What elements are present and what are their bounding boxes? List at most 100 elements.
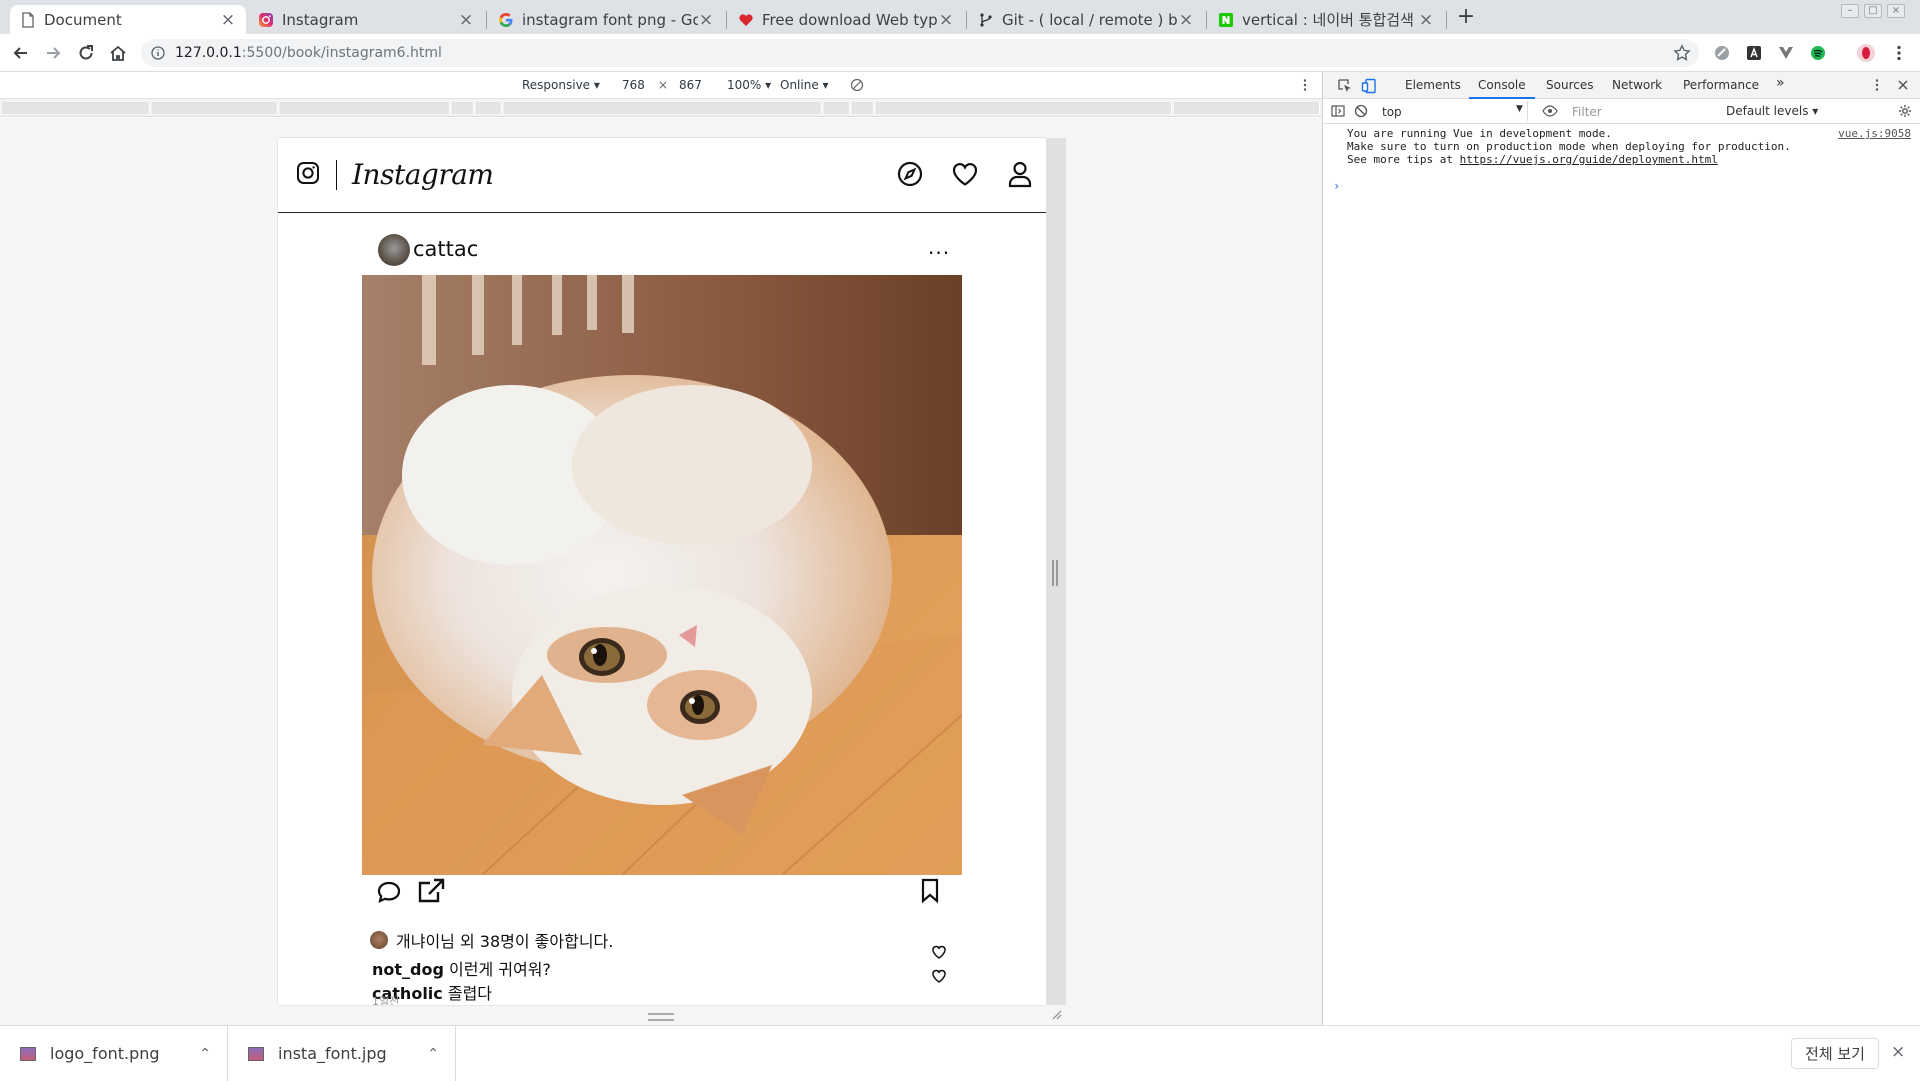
filter-placeholder: Filter <box>1572 105 1602 119</box>
device-mode-select[interactable]: Responsive ▾ <box>522 78 600 92</box>
media-query-ruler[interactable] <box>0 99 1322 117</box>
clear-console-icon[interactable] <box>1354 104 1368 118</box>
extension-3-button[interactable] <box>1775 42 1797 64</box>
device-height-input[interactable]: 867 <box>679 78 702 92</box>
extension-a-icon <box>1747 46 1761 60</box>
maximize-button[interactable]: □ <box>1864 4 1882 18</box>
device-viewport: Instagram cattac ... 개냐이님 외 38명이 좋아합니다. … <box>0 118 1322 1025</box>
likes-text[interactable]: 개냐이님 외 38명이 좋아합니다. <box>396 928 613 952</box>
compass-icon[interactable] <box>897 161 923 187</box>
info-icon[interactable] <box>151 46 165 60</box>
devtools-tab-network[interactable]: Network <box>1612 78 1662 92</box>
likes-row: 개냐이님 외 38명이 좋아합니다. <box>370 928 613 952</box>
comment-like-heart-icon[interactable] <box>931 944 947 960</box>
more-vertical-icon[interactable] <box>1298 78 1312 92</box>
tab-naver[interactable]: vertical : 네이버 통합검색 × <box>1208 5 1444 34</box>
console-prompt[interactable]: › <box>1333 180 1340 193</box>
dropdown-arrow-icon: ▼ <box>1516 104 1523 114</box>
resize-grip-bottom-icon[interactable] <box>648 1013 674 1021</box>
sidebar-toggle-icon[interactable] <box>1331 104 1345 118</box>
star-icon[interactable] <box>1673 44 1691 62</box>
rotate-icon[interactable] <box>850 78 864 92</box>
new-tab-button[interactable]: + <box>1454 5 1478 29</box>
close-icon[interactable]: × <box>220 10 236 30</box>
devtools-tab-performance[interactable]: Performance <box>1683 78 1759 92</box>
chevron-up-icon[interactable]: ⌃ <box>427 1046 439 1062</box>
document-icon <box>22 11 34 28</box>
console-source-link[interactable]: vue.js:9058 <box>1838 127 1911 140</box>
download-item[interactable]: logo_font.png ⌃ <box>0 1026 228 1081</box>
post-photo[interactable] <box>362 275 962 875</box>
console-line: You are running Vue in development mode. <box>1347 127 1612 140</box>
tab-label: Free download Web typo <box>762 10 938 29</box>
close-icon[interactable]: × <box>458 10 474 30</box>
inspect-element-icon[interactable] <box>1337 78 1353 94</box>
extension-2-button[interactable] <box>1743 42 1765 64</box>
profile-button[interactable] <box>1855 42 1877 64</box>
reload-button[interactable] <box>75 42 97 64</box>
corner-resize-icon[interactable] <box>1050 1008 1062 1020</box>
network-throttle-select[interactable]: Online ▾ <box>780 78 829 92</box>
heart-icon[interactable] <box>951 161 979 187</box>
log-levels-select[interactable]: Default levels ▾ <box>1726 104 1818 118</box>
tab-free-download[interactable]: Free download Web typo × <box>728 5 964 34</box>
device-toggle-icon[interactable] <box>1361 78 1377 94</box>
show-all-downloads-button[interactable]: 전체 보기 <box>1791 1038 1879 1069</box>
close-icon[interactable]: × <box>938 10 954 30</box>
comment-like-heart-icon[interactable] <box>931 968 947 984</box>
device-width-input[interactable]: 768 <box>622 78 645 92</box>
tab-label: vertical : 네이버 통합검색 <box>1242 11 1414 29</box>
tab-strip: Document × Instagram × instagram font pn… <box>0 0 1920 34</box>
post-more-button[interactable]: ... <box>928 235 950 259</box>
devtools-tab-console[interactable]: Console <box>1478 78 1526 92</box>
more-vertical-icon[interactable] <box>1870 78 1884 92</box>
home-icon <box>110 45 126 61</box>
extension-1-button[interactable] <box>1711 42 1733 64</box>
close-shelf-icon[interactable]: × <box>1891 1042 1905 1062</box>
address-bar[interactable]: 127.0.0.1:5500/book/instagram6.html <box>141 39 1699 67</box>
chevron-up-icon[interactable]: ⌃ <box>199 1046 211 1062</box>
tab-document[interactable]: Document × <box>10 5 246 34</box>
gear-icon[interactable] <box>1898 104 1912 118</box>
close-icon[interactable]: × <box>1418 10 1434 30</box>
eye-icon[interactable] <box>1542 105 1558 117</box>
share-icon[interactable] <box>416 877 446 905</box>
post-username[interactable]: cattac <box>413 237 478 261</box>
user-profile-icon[interactable] <box>1007 160 1033 188</box>
tab-google-search[interactable]: instagram font png - Goo × <box>488 5 724 34</box>
devtools-tab-sources[interactable]: Sources <box>1546 78 1593 92</box>
download-filename: logo_font.png <box>50 1044 160 1063</box>
forward-button[interactable] <box>42 42 64 64</box>
home-button[interactable] <box>107 42 129 64</box>
download-item[interactable]: insta_font.jpg ⌃ <box>228 1026 456 1081</box>
heart-favicon-icon <box>739 13 753 26</box>
liker-avatar <box>370 931 388 949</box>
browser-toolbar: 127.0.0.1:5500/book/instagram6.html <box>0 34 1920 72</box>
close-icon[interactable]: × <box>698 10 714 30</box>
bookmark-icon[interactable] <box>920 878 940 904</box>
minimize-button[interactable]: – <box>1841 4 1859 18</box>
comment-icon[interactable] <box>376 880 402 904</box>
window-close-button[interactable]: × <box>1887 4 1905 18</box>
comment-username[interactable]: not_dog <box>372 960 444 979</box>
resize-grip-icon[interactable] <box>1052 560 1058 586</box>
devtools-tab-elements[interactable]: Elements <box>1405 78 1461 92</box>
device-toolbar: Responsive ▾ 768 × 867 100% ▾ Online ▾ <box>0 72 1322 99</box>
tab-instagram[interactable]: Instagram × <box>248 5 484 34</box>
zoom-select[interactable]: 100% ▾ <box>727 78 771 92</box>
browser-menu-button[interactable] <box>1888 42 1910 64</box>
close-icon[interactable]: × <box>1178 10 1194 30</box>
instagram-camera-icon[interactable] <box>296 161 320 185</box>
dimension-times: × <box>658 78 669 92</box>
deployment-link[interactable]: https://vuejs.org/guide/deployment.html <box>1460 153 1718 166</box>
back-button[interactable] <box>10 42 32 64</box>
more-tabs-button[interactable]: » <box>1776 75 1785 91</box>
extension-4-button[interactable] <box>1807 42 1829 64</box>
tab-git[interactable]: Git - ( local / remote ) bra × <box>968 5 1204 34</box>
instagram-logo[interactable]: Instagram <box>352 158 494 191</box>
close-icon[interactable] <box>1896 78 1910 92</box>
comment-row: not_dog 이런게 귀여워? <box>372 956 551 980</box>
tab-label: instagram font png - Goo <box>522 10 698 29</box>
post-avatar[interactable] <box>378 234 410 266</box>
context-select[interactable]: top ▼ <box>1378 101 1528 121</box>
